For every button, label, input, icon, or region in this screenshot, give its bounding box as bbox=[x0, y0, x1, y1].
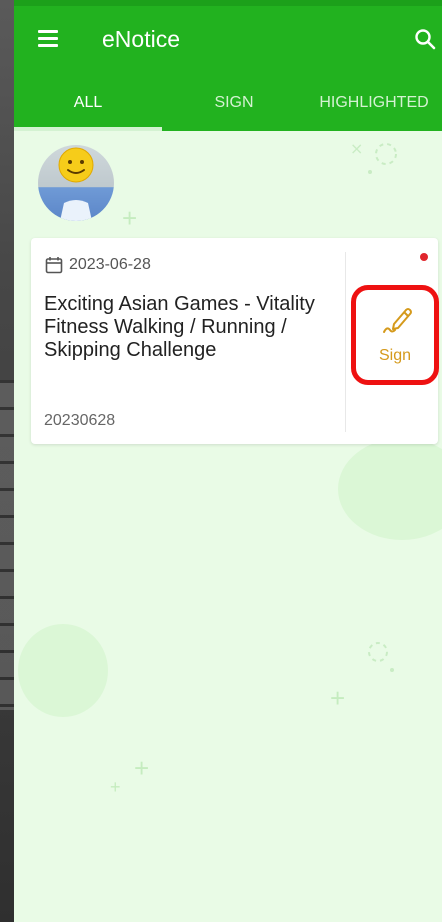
sign-button[interactable]: Sign bbox=[351, 285, 439, 385]
notice-code: 20230628 bbox=[44, 412, 116, 429]
avatar-smiley bbox=[58, 147, 94, 221]
search-icon[interactable] bbox=[414, 28, 436, 50]
card-divider bbox=[345, 252, 346, 432]
decor-plus: + bbox=[122, 203, 138, 233]
enotice-app: × + + + + eNotice ALL SIGN HIGHLIGHTED 2… bbox=[14, 0, 442, 922]
sign-label: Sign bbox=[378, 347, 412, 364]
svg-text:×: × bbox=[350, 140, 363, 158]
notice-card[interactable]: 2023-06-28 Exciting Asian Games - Vitali… bbox=[31, 238, 439, 444]
decor-plus: + bbox=[330, 683, 346, 713]
tab-highlighted[interactable]: HIGHLIGHTED bbox=[306, 80, 442, 131]
decor-circle bbox=[18, 624, 108, 717]
tab-all[interactable]: ALL bbox=[14, 80, 162, 131]
app-header: eNotice ALL SIGN HIGHLIGHTED bbox=[14, 0, 442, 131]
pen-icon bbox=[383, 308, 412, 333]
decor-plus: + bbox=[134, 753, 150, 783]
decor-sparkle: × bbox=[350, 140, 397, 174]
decor-circle bbox=[338, 438, 442, 540]
status-strip bbox=[14, 0, 442, 6]
calendar-icon bbox=[45, 257, 63, 274]
menu-icon[interactable] bbox=[38, 30, 58, 47]
notice-date: 2023-06-28 bbox=[69, 256, 151, 273]
app-title: eNotice bbox=[102, 26, 180, 52]
active-tab-indicator bbox=[14, 127, 162, 131]
avatar[interactable] bbox=[38, 145, 114, 221]
background-photo bbox=[0, 0, 14, 922]
decor-sparkle bbox=[368, 642, 394, 672]
tab-sign[interactable]: SIGN bbox=[162, 80, 306, 131]
notice-title: Exciting Asian Games - Vitality Fitness … bbox=[44, 293, 315, 361]
tab-bar: ALL SIGN HIGHLIGHTED bbox=[14, 80, 442, 131]
unread-indicator bbox=[420, 253, 428, 261]
decor-plus: + bbox=[110, 777, 121, 797]
